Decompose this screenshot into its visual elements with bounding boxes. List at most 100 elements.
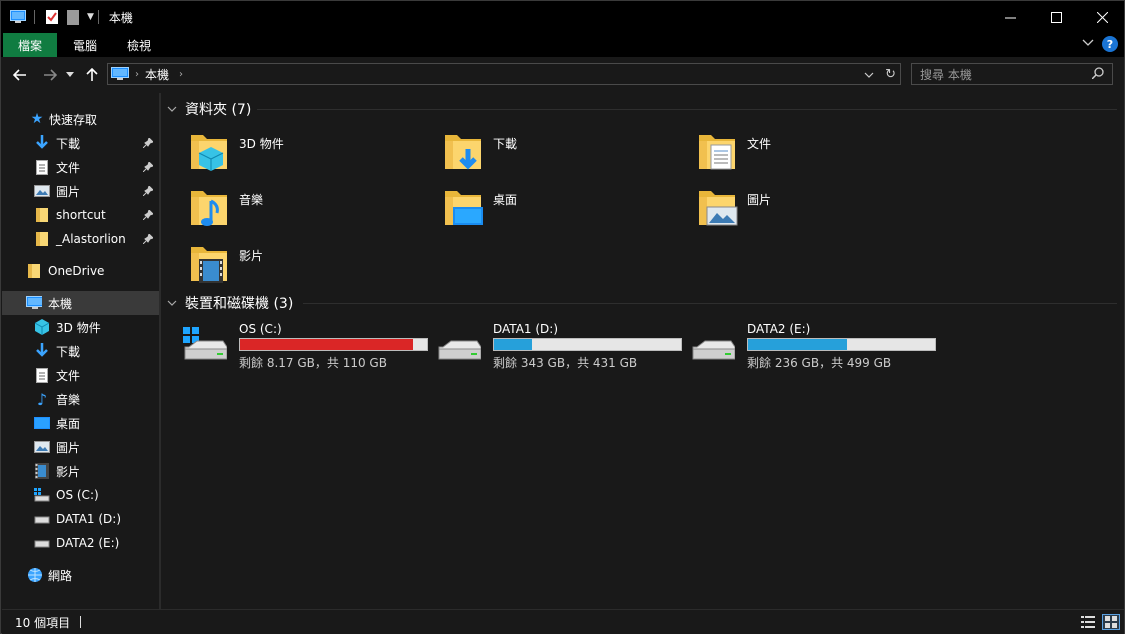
collapse-chevron-icon[interactable] [167, 297, 177, 310]
breadcrumb-this-pc[interactable]: 本機 [145, 66, 169, 83]
sidebar-item-pictures-pinned[interactable]: 圖片 [2, 179, 159, 203]
sidebar-item-label: 文件 [56, 368, 81, 383]
pin-icon[interactable] [142, 209, 154, 223]
sidebar-item-quick-access[interactable]: ★ 快速存取 [2, 107, 159, 131]
item-count: 10 個項目 [15, 615, 71, 630]
sidebar-item-os-c[interactable]: OS (C:) [2, 483, 159, 507]
group-header-drives[interactable]: 裝置和磁碟機 (3) [167, 293, 293, 313]
tab-computer[interactable]: 電腦 [57, 33, 127, 57]
sidebar-item-onedrive[interactable]: OneDrive [2, 259, 159, 283]
sidebar-item-3d-objects[interactable]: 3D 物件 [2, 315, 159, 339]
navigation-bar: › 本機 › ↻ 搜尋 本機 [1, 57, 1124, 93]
sidebar-item-documents-pinned[interactable]: 文件 [2, 155, 159, 179]
back-button[interactable] [7, 62, 33, 88]
folder-tile-downloads[interactable]: 下載 [421, 125, 671, 177]
pictures-folder-icon [699, 191, 738, 226]
sidebar-item-music[interactable]: ♪ 音樂 [2, 387, 159, 411]
details-view-button[interactable] [1079, 614, 1097, 630]
sidebar-item-downloads-pinned[interactable]: 下載 [2, 131, 159, 155]
folder-label: 圖片 [747, 193, 772, 207]
window-title: 本機 [108, 10, 133, 25]
os-drive-icon [183, 327, 227, 360]
navigation-pane: ★ 快速存取 下載 文件 圖片 shortcut _Alastorlion On… [2, 93, 159, 609]
search-input[interactable]: 搜尋 本機 [920, 66, 972, 83]
collapse-chevron-icon[interactable] [167, 103, 177, 116]
folder-tile-music[interactable]: 音樂 [167, 181, 417, 233]
sidebar-item-documents[interactable]: 文件 [2, 363, 159, 387]
sidebar-item-network[interactable]: 網路 [2, 563, 159, 587]
properties-icon[interactable] [45, 9, 59, 25]
tab-view-label: 檢視 [127, 38, 152, 53]
sidebar-item-label: OneDrive [48, 264, 105, 278]
group-header-folders[interactable]: 資料夾 (7) [167, 99, 251, 119]
document-icon [34, 367, 50, 383]
desktop-icon [34, 415, 50, 431]
document-icon [34, 159, 50, 175]
expand-ribbon-chevron-icon[interactable] [1082, 39, 1094, 50]
address-bar[interactable]: › 本機 › ↻ [107, 63, 901, 85]
breadcrumb-separator-icon[interactable]: › [135, 69, 139, 80]
address-dropdown-chevron-icon[interactable] [864, 68, 874, 82]
sidebar-item-label: _Alastorlion [56, 232, 126, 246]
this-pc-icon [26, 295, 42, 311]
tab-computer-label: 電腦 [73, 38, 98, 53]
customize-toolbar-chevron-icon[interactable]: ▼ [87, 12, 94, 22]
status-bar: 10 個項目 [2, 609, 1124, 634]
folder-tile-documents[interactable]: 文件 [675, 125, 925, 177]
folder-tile-pictures[interactable]: 圖片 [675, 181, 925, 233]
sidebar-item-pictures[interactable]: 圖片 [2, 435, 159, 459]
content-pane: 資料夾 (7) 3D 物件 下載 文件 音樂 桌面 圖片 影片 裝置和磁碟機 (… [161, 93, 1125, 609]
tab-file[interactable]: 檔案 [3, 33, 57, 57]
sidebar-item-label: 網路 [48, 568, 73, 583]
drive-tile-data1-d[interactable]: DATA1 (D:) 剩餘 343 GB，共 431 GB [421, 321, 682, 371]
minimize-icon [1004, 17, 1016, 18]
help-icon[interactable]: ? [1102, 36, 1118, 52]
drive-tile-os-c[interactable]: OS (C:) 剩餘 8.17 GB，共 110 GB [167, 321, 428, 371]
drive-name: OS (C:) [239, 322, 282, 336]
sidebar-item-data1-d[interactable]: DATA1 (D:) [2, 507, 159, 531]
folder-icon [34, 231, 50, 247]
sidebar-item-label: 圖片 [56, 440, 81, 455]
folder-tile-desktop[interactable]: 桌面 [421, 181, 671, 233]
recent-locations-button[interactable] [63, 62, 77, 88]
large-icons-view-icon [1105, 616, 1117, 628]
drive-tile-data2-e[interactable]: DATA2 (E:) 剩餘 236 GB，共 499 GB [675, 321, 936, 371]
folder-label: 音樂 [239, 193, 264, 207]
tab-view[interactable]: 檢視 [127, 33, 151, 57]
sidebar-item-shortcut[interactable]: shortcut [2, 203, 159, 227]
sidebar-item-videos[interactable]: 影片 [2, 459, 159, 483]
maximize-button[interactable] [1033, 1, 1079, 33]
sidebar-item-downloads[interactable]: 下載 [2, 339, 159, 363]
folder-label: 影片 [239, 249, 264, 263]
sidebar-item-data2-e[interactable]: DATA2 (E:) [2, 531, 159, 555]
folder-label: 3D 物件 [239, 137, 284, 151]
search-icon[interactable] [1091, 67, 1104, 82]
sidebar-item-this-pc[interactable]: 本機 [2, 291, 159, 315]
folder-icon [26, 263, 42, 279]
minimize-button[interactable] [987, 1, 1033, 33]
up-button[interactable] [79, 62, 105, 88]
chevron-down-icon [66, 72, 74, 77]
folder-tile-videos[interactable]: 影片 [167, 237, 417, 289]
sidebar-item-desktop[interactable]: 桌面 [2, 411, 159, 435]
desktop-folder-icon [445, 191, 483, 225]
sidebar-item-alastorlion[interactable]: _Alastorlion [2, 227, 159, 251]
status-separator [80, 616, 82, 628]
pin-icon[interactable] [142, 161, 154, 175]
breadcrumb-separator-icon[interactable]: › [179, 69, 183, 80]
forward-button[interactable] [37, 62, 63, 88]
search-box[interactable]: 搜尋 本機 [911, 63, 1113, 85]
large-icons-view-button[interactable] [1102, 614, 1120, 630]
videos-folder-icon [191, 247, 227, 283]
pin-icon[interactable] [142, 233, 154, 247]
pin-icon[interactable] [142, 185, 154, 199]
tab-file-label: 檔案 [17, 38, 42, 53]
refresh-icon[interactable]: ↻ [885, 67, 896, 82]
sidebar-item-label: 圖片 [56, 184, 81, 199]
new-folder-icon[interactable] [67, 9, 79, 25]
pin-icon[interactable] [142, 137, 154, 151]
back-arrow-icon [13, 69, 26, 81]
download-icon [34, 135, 50, 151]
close-button[interactable] [1079, 1, 1125, 33]
folder-tile-3d-objects[interactable]: 3D 物件 [167, 125, 417, 177]
